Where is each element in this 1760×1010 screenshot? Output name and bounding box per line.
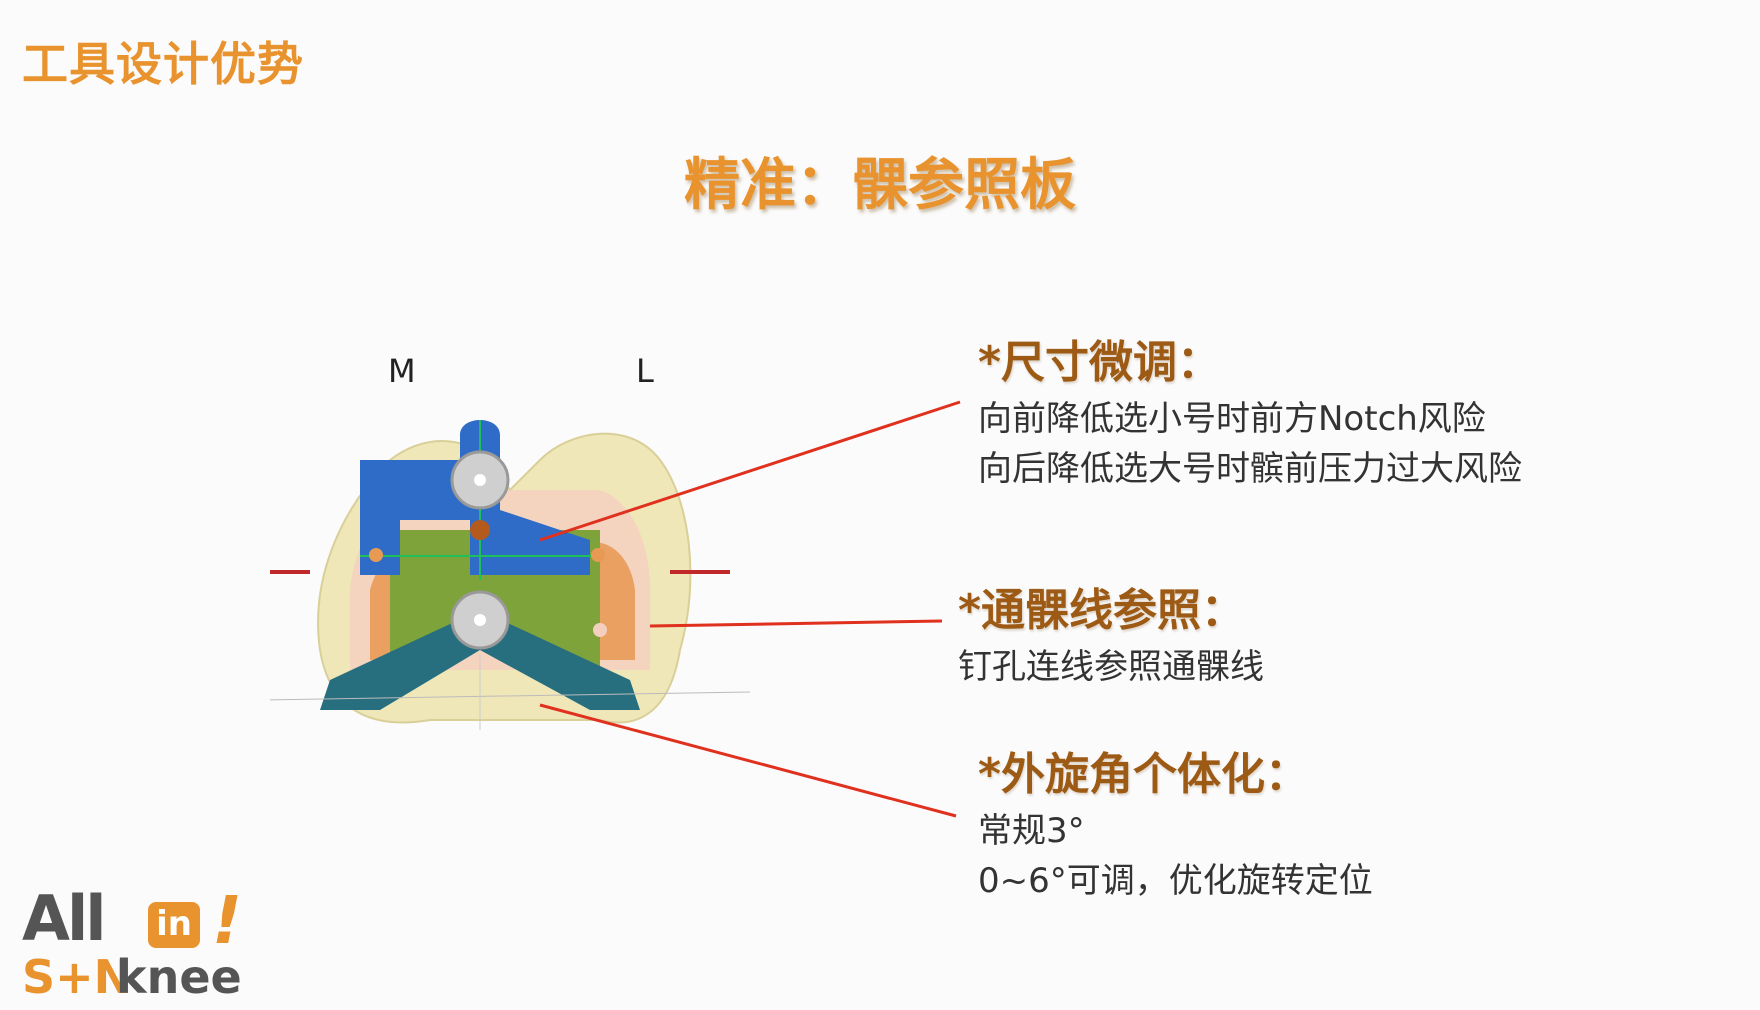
callout-line: 0~6°可调，优化旋转定位 bbox=[978, 861, 1373, 901]
slide-subtitle: 精准：髁参照板 bbox=[684, 153, 1076, 218]
allinsnknee-logo: All in ! S+N knee bbox=[22, 882, 252, 1004]
logo-text-all: All bbox=[22, 882, 106, 955]
callout-external-rotation: *外旋角个体化： 常规3° 0~6°可调，优化旋转定位 bbox=[978, 738, 1373, 906]
logo-text-knee: knee bbox=[116, 950, 242, 1004]
lateral-label: L bbox=[636, 352, 654, 390]
logo-text-bang: ! bbox=[212, 882, 243, 959]
callout-size-adjust: *尺寸微调： 向前降低选小号时前方Notch风险 向后降低选大号时髌前压力过大风… bbox=[978, 326, 1522, 494]
callout-line: 常规3° bbox=[978, 811, 1085, 851]
callout-line: 向前降低选小号时前方Notch风险 bbox=[978, 399, 1486, 439]
callout-line: 钉孔连线参照通髁线 bbox=[958, 647, 1264, 687]
logo-text-in: in bbox=[148, 902, 200, 948]
medial-label: M bbox=[388, 352, 416, 390]
femur-guide-svg bbox=[270, 420, 751, 730]
callout-heading: *通髁线参照： bbox=[958, 585, 1246, 636]
page-title: 工具设计优势 bbox=[22, 37, 304, 91]
callout-heading: *外旋角个体化： bbox=[978, 749, 1310, 800]
callout-heading: *尺寸微调： bbox=[978, 337, 1222, 388]
callout-transepicondylar-reference: *通髁线参照： 钉孔连线参照通髁线 bbox=[958, 574, 1264, 692]
callout-line: 向后降低选大号时髌前压力过大风险 bbox=[978, 449, 1522, 489]
condyle-reference-plate-illustration bbox=[270, 420, 800, 820]
slide: 工具设计优势 精准：髁参照板 M L *尺寸微调： 向前降低选小号时前方Notc… bbox=[0, 0, 1760, 1010]
